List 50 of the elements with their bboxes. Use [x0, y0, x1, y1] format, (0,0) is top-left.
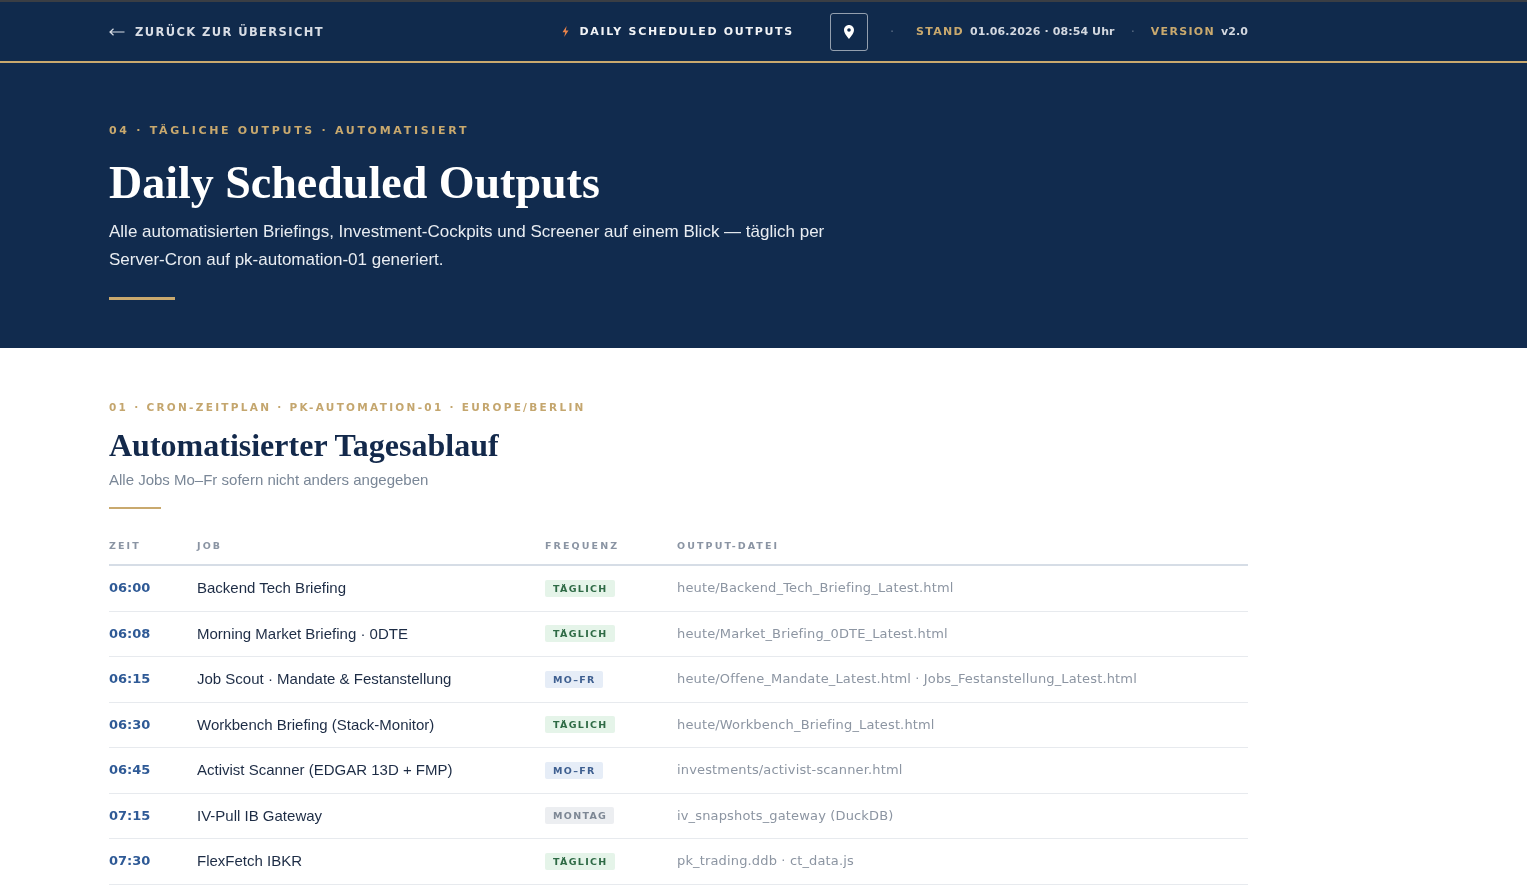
job-name: IV-Pull IB Gateway [197, 806, 323, 825]
output-path: heute/Backend_Tech_Briefing_Latest.html [677, 580, 954, 597]
section-eyebrow: 04 · TÄGLICHE OUTPUTS · AUTOMATISIERT [109, 123, 471, 138]
section-heading: Automatisierter Tagesablauf [109, 426, 500, 465]
job-name: Backend Tech Briefing [197, 579, 346, 598]
job-name: Workbench Briefing (Stack-Monitor) [197, 715, 435, 734]
output-path: heute/Market_Briefing_0DTE_Latest.html [677, 625, 948, 642]
page-description: Alle automatisierten Briefings, Investment-Cockpits und Screener auf einem Blick — täglich per Server-Cron auf pk-automation-01 generiert. [109, 221, 826, 271]
meta-value: 01.06.2026 · 08:54 Uhr [969, 24, 1115, 39]
column-header: ZEIT [109, 540, 141, 552]
job-name: FlexFetch IBKR [197, 852, 303, 871]
separator-dot: · [1130, 24, 1135, 39]
back-link[interactable]: ZURÜCK ZUR ÜBERSICHT [109, 24, 325, 39]
arrow-left-icon [109, 27, 125, 36]
job-name: Job Scout · Mandate & Festanstellung [197, 670, 452, 689]
job-time: 06:15 [109, 671, 151, 688]
column-header: FREQUENZ [545, 540, 620, 552]
output-path: iv_snapshots_gateway (DuckDB) [677, 807, 894, 824]
frequency-badge: MO–FR [545, 761, 603, 779]
meta-value: v2.0 [1220, 24, 1248, 39]
frequency-badge: TÄGLICH [545, 625, 615, 643]
job-time: 06:00 [109, 580, 151, 597]
job-name: Morning Market Briefing · 0DTE [197, 624, 408, 643]
meta-label: VERSION [1150, 24, 1215, 39]
map-pin-icon [843, 24, 854, 39]
separator-dot: · [889, 24, 895, 39]
job-time: 06:45 [109, 762, 151, 779]
output-path: investments/activist-scanner.html [677, 762, 903, 779]
section-subtitle: Alle Jobs Mo–Fr sofern nicht anders angegeben [109, 470, 430, 490]
job-time: 06:08 [109, 625, 151, 642]
output-path: heute/Offene_Mandate_Latest.html · Jobs_Festanstellung_Latest.html [677, 671, 1137, 688]
job-name: Activist Scanner (EDGAR 13D + FMP) [197, 761, 453, 780]
frequency-badge: MONTAG [545, 807, 615, 825]
output-path: pk_trading.ddb · ct_data.js [677, 853, 854, 870]
frequency-badge: MO–FR [545, 670, 603, 688]
column-header: OUTPUT-DATEI [677, 540, 780, 552]
location-button[interactable] [829, 12, 868, 51]
column-header: JOB [197, 540, 223, 552]
job-time: 07:15 [109, 807, 151, 824]
frequency-badge: TÄGLICH [545, 716, 615, 734]
page-heading: Daily Scheduled Outputs [109, 156, 601, 210]
lightning-bolt-icon [562, 26, 570, 37]
output-path: heute/Workbench_Briefing_Latest.html [677, 716, 935, 733]
frequency-badge: TÄGLICH [545, 852, 615, 870]
frequency-badge: TÄGLICH [545, 579, 615, 597]
section-eyebrow: 01 · CRON-ZEITPLAN · PK-AUTOMATION-01 · EUROPE/BERLIN [109, 400, 587, 414]
nav-title: DAILY SCHEDULED OUTPUTS [579, 24, 794, 39]
job-time: 06:30 [109, 716, 151, 733]
job-time: 07:30 [109, 853, 151, 870]
meta-label: STAND [916, 24, 964, 39]
